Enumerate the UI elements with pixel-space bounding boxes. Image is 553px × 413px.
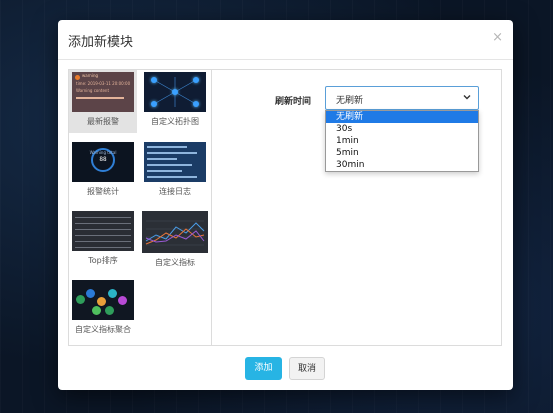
table-line <box>75 241 131 242</box>
alarm-stats-thumbnail: Warning total 88 <box>72 142 134 182</box>
metric-chart-art <box>145 220 205 246</box>
module-label: 连接日志 <box>159 187 191 196</box>
refresh-time-select[interactable]: 无刷新 <box>325 86 479 110</box>
thumb-text-total: Warning total <box>89 150 117 155</box>
bubble <box>76 295 85 304</box>
topology-node <box>151 101 157 107</box>
refresh-time-value: 无刷新 <box>336 96 364 106</box>
topology-node <box>193 77 199 83</box>
thumb-text-content: Warning content <box>76 88 110 93</box>
log-line <box>147 158 177 160</box>
topology-node <box>193 101 199 107</box>
module-tile-top-sort[interactable]: Top排序 <box>69 209 137 272</box>
alarm-thumbnail: warning time: 2019-03-11 20:00:00 Warnin… <box>72 72 134 112</box>
module-label: 自定义指标聚合 <box>75 325 131 334</box>
module-list: warning time: 2019-03-11 20:00:00 Warnin… <box>69 70 212 345</box>
bubble <box>108 289 117 298</box>
option-5min[interactable]: 5min <box>326 147 478 159</box>
bubble <box>118 296 127 305</box>
thumb-line <box>76 97 124 99</box>
topology-node <box>172 89 178 95</box>
log-line <box>147 164 192 166</box>
dialog-body: warning time: 2019-03-11 20:00:00 Warnin… <box>68 69 502 346</box>
thumb-text-warning: warning <box>82 73 99 78</box>
log-line <box>147 170 182 172</box>
refresh-time-label: 刷新时间 <box>275 97 312 107</box>
module-label: 自定义拓扑图 <box>151 117 199 126</box>
option-1min[interactable]: 1min <box>326 135 478 147</box>
table-line <box>75 235 131 236</box>
topology-node <box>151 77 157 83</box>
log-line <box>147 152 197 154</box>
refresh-time-dropdown: 无刷新 30s 1min 5min 30min <box>325 110 479 172</box>
close-icon[interactable]: × <box>492 30 503 45</box>
log-line <box>147 146 187 148</box>
cancel-button[interactable]: 取消 <box>289 357 325 380</box>
add-module-dialog: 添加新模块 × warning time: 2019-03-11 20:00:0… <box>58 20 513 390</box>
log-line <box>147 176 197 178</box>
custom-metric-thumbnail <box>142 211 208 253</box>
topology-thumbnail <box>144 72 206 112</box>
bubble <box>97 297 106 306</box>
module-label: Top排序 <box>88 256 118 265</box>
module-tile-connection-log[interactable]: 连接日志 <box>141 140 209 203</box>
module-settings-panel: 刷新时间 无刷新 无刷新 30s 1min 5min 30min <box>213 70 501 345</box>
table-line <box>75 217 131 218</box>
thumb-text-count: 88 <box>99 156 107 163</box>
table-line <box>75 229 131 230</box>
module-tile-alarm-stats[interactable]: Warning total 88 报警统计 <box>69 140 137 203</box>
module-tile-metric-aggregate[interactable]: 自定义指标聚合 <box>69 278 137 341</box>
connection-log-thumbnail <box>144 142 206 182</box>
module-label: 自定义指标 <box>155 258 195 267</box>
thumb-text-time: time: 2019-03-11 20:00:00 <box>76 81 131 86</box>
dialog-title: 添加新模块 <box>68 35 134 50</box>
option-no-refresh[interactable]: 无刷新 <box>326 111 478 123</box>
table-line <box>75 247 131 248</box>
alarm-dot-icon <box>75 75 80 80</box>
bubble <box>86 289 95 298</box>
module-label: 最新报警 <box>87 117 119 126</box>
dialog-header: 添加新模块 × <box>58 20 513 60</box>
chevron-down-icon <box>463 95 471 100</box>
add-button[interactable]: 添加 <box>245 357 282 380</box>
module-tile-custom-metric[interactable]: 自定义指标 <box>141 209 209 272</box>
module-tile-custom-topology[interactable]: 自定义拓扑图 <box>141 70 209 133</box>
table-line <box>75 223 131 224</box>
metric-aggregate-thumbnail <box>72 280 134 320</box>
module-tile-latest-alarm[interactable]: warning time: 2019-03-11 20:00:00 Warnin… <box>69 70 137 133</box>
module-label: 报警统计 <box>87 187 119 196</box>
top-sort-thumbnail <box>72 211 134 251</box>
bubble <box>92 306 101 315</box>
option-30min[interactable]: 30min <box>326 159 478 171</box>
option-30s[interactable]: 30s <box>326 123 478 135</box>
bubble <box>105 306 114 315</box>
